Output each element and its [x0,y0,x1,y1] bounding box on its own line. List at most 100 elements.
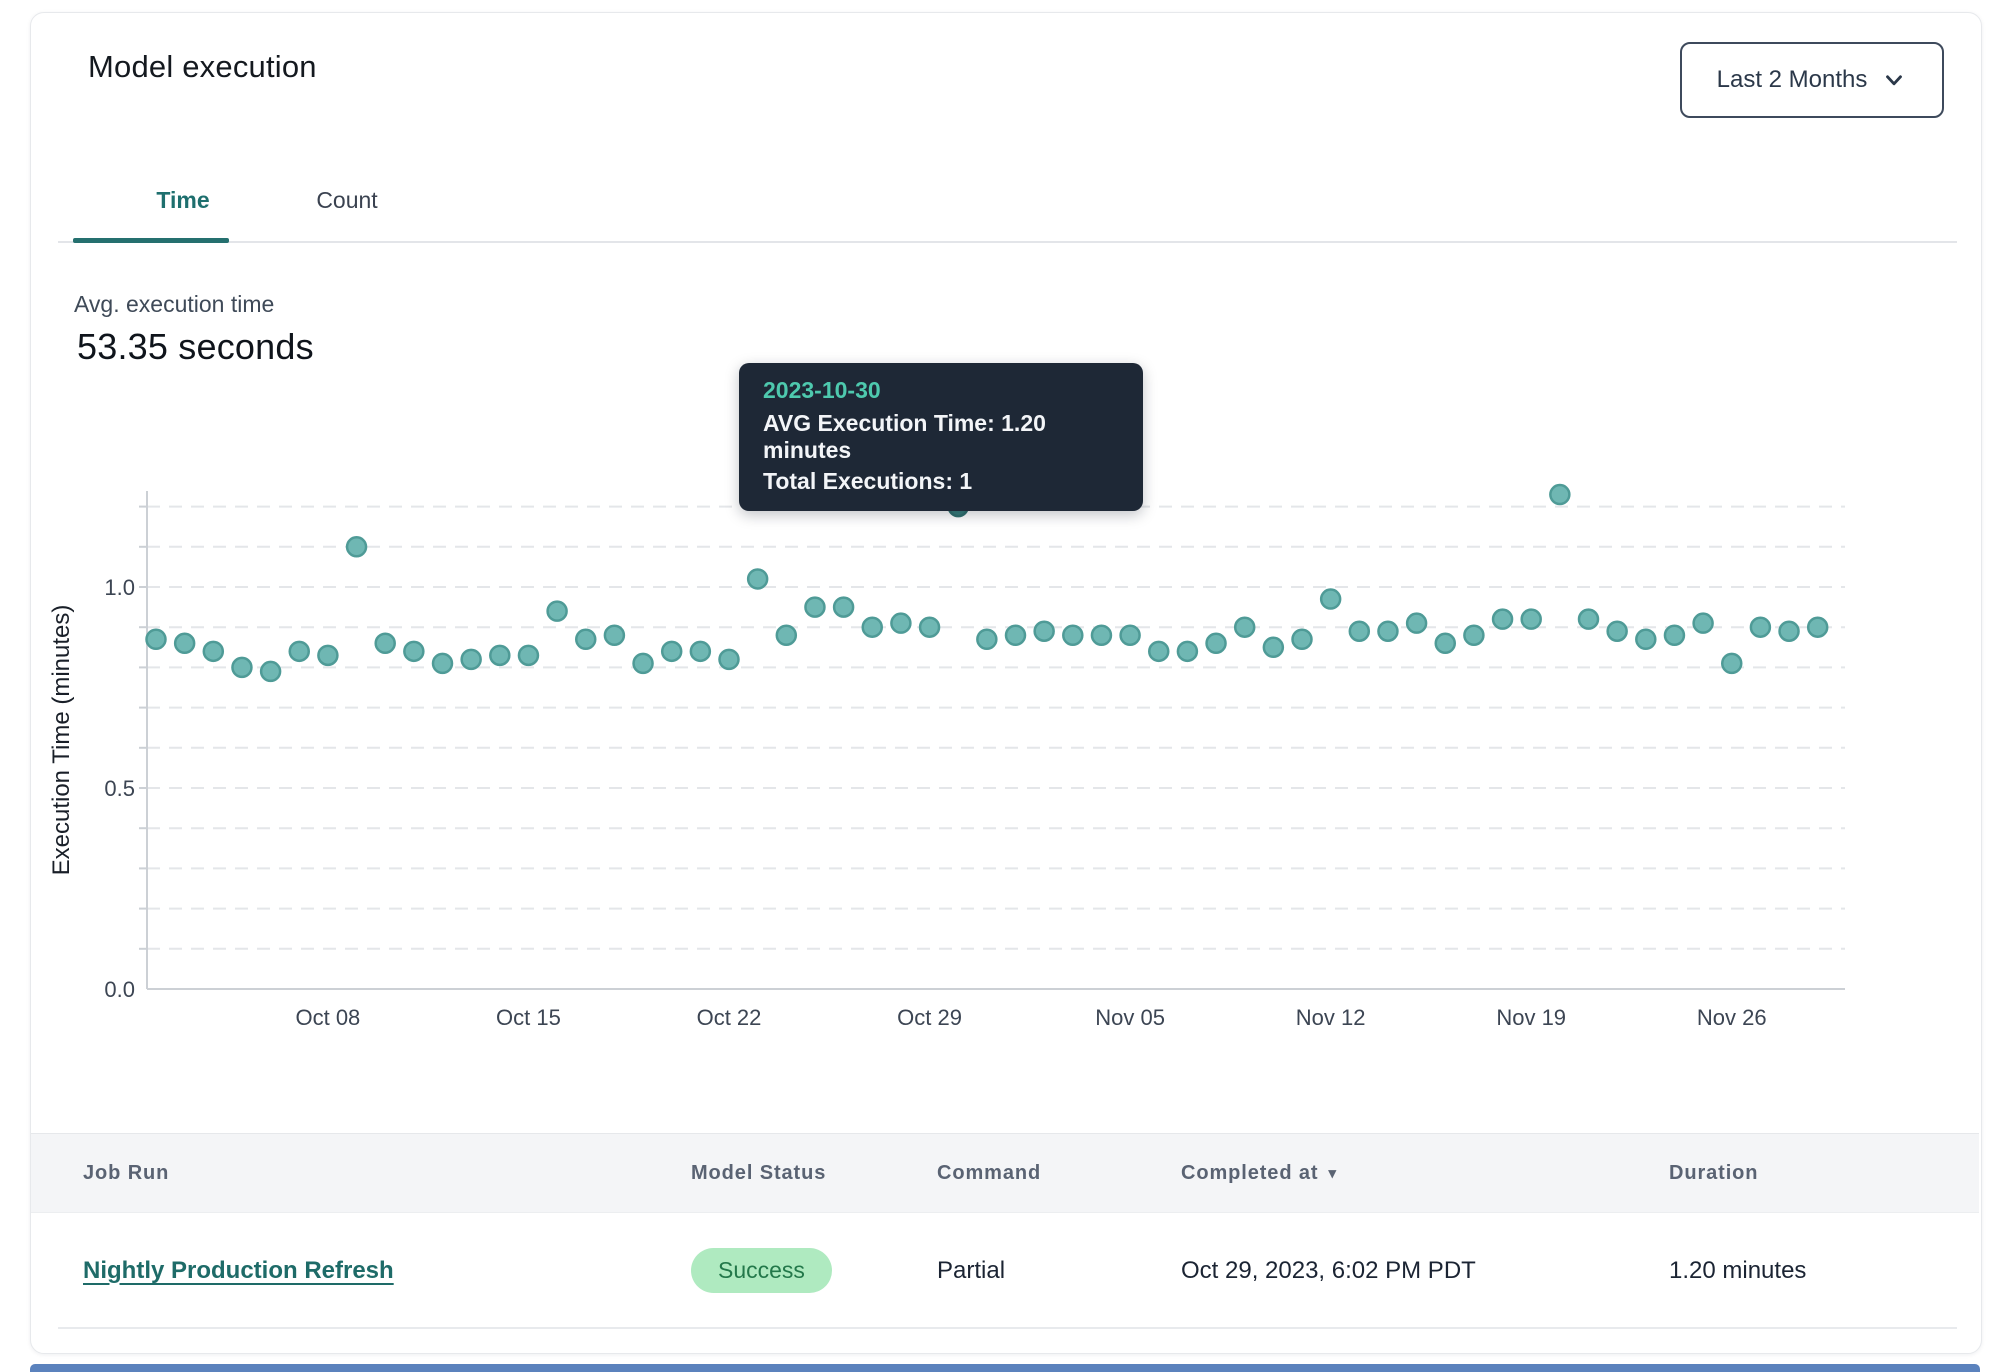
data-point[interactable] [1436,634,1455,653]
data-point[interactable] [1378,622,1397,641]
data-point[interactable] [891,614,910,633]
column-header-completed-at[interactable]: Completed at ▾ [1181,1162,1669,1185]
duration-cell: 1.20 minutes [1669,1257,1979,1285]
sort-desc-icon[interactable]: ▾ [1328,1166,1336,1181]
data-point[interactable] [1178,642,1197,661]
data-point[interactable] [1636,630,1655,649]
command-cell: Partial [937,1257,1181,1285]
data-point[interactable] [261,662,280,681]
next-section-edge [30,1364,1980,1372]
data-point[interactable] [318,646,337,665]
table-header-row: Job Run Model Status Command Completed a… [31,1133,1979,1213]
active-tab-underline [73,238,229,243]
data-point[interactable] [404,642,423,661]
data-point[interactable] [805,598,824,617]
x-tick-label: Nov 19 [1496,1005,1566,1030]
data-point[interactable] [1293,630,1312,649]
data-point[interactable] [147,630,166,649]
data-point[interactable] [376,634,395,653]
data-point[interactable] [490,646,509,665]
data-point[interactable] [548,602,567,621]
x-tick-label: Oct 29 [897,1005,962,1030]
column-header-duration[interactable]: Duration [1669,1162,1979,1185]
tabs-divider [58,241,1957,243]
data-point[interactable] [1063,626,1082,645]
data-point[interactable] [1780,622,1799,641]
data-point[interactable] [1694,614,1713,633]
x-tick-label: Nov 26 [1697,1005,1767,1030]
data-point[interactable] [1264,638,1283,657]
avg-execution-time-label: Avg. execution time [74,291,274,318]
data-point[interactable] [1464,626,1483,645]
data-point[interactable] [920,618,939,637]
data-point[interactable] [1121,626,1140,645]
data-point[interactable] [662,642,681,661]
data-point[interactable] [1350,622,1369,641]
data-point[interactable] [232,658,251,677]
data-point[interactable] [462,650,481,669]
data-point[interactable] [977,630,996,649]
data-point[interactable] [1493,610,1512,629]
avg-execution-time-value: 53.35 seconds [77,326,314,368]
data-point[interactable] [433,654,452,673]
y-tick-label: 0.5 [104,776,135,801]
data-point[interactable] [834,598,853,617]
data-point[interactable] [1321,590,1340,609]
y-tick-label: 1.0 [104,575,135,600]
x-tick-label: Oct 15 [496,1005,561,1030]
completed-at-cell: Oct 29, 2023, 6:02 PM PDT [1181,1257,1669,1285]
data-point[interactable] [175,634,194,653]
data-point[interactable] [204,642,223,661]
data-point[interactable] [1407,614,1426,633]
x-tick-label: Nov 12 [1296,1005,1366,1030]
tooltip-avg-execution-time: AVG Execution Time: 1.20 minutes [763,410,1119,464]
tooltip-date: 2023-10-30 [763,377,1119,404]
date-range-dropdown[interactable]: Last 2 Months [1680,42,1944,118]
data-point[interactable] [863,618,882,637]
row-divider [58,1327,1957,1329]
column-header-model-status[interactable]: Model Status [691,1162,937,1185]
page-title: Model execution [88,49,317,85]
tab-count[interactable]: Count [275,187,419,214]
data-point[interactable] [1751,618,1770,637]
data-point[interactable] [1808,618,1827,637]
data-point[interactable] [1665,626,1684,645]
table-row: Nightly Production Refresh Success Parti… [31,1214,1979,1327]
y-axis-title: Execution Time (minutes) [48,605,75,876]
data-point[interactable] [605,626,624,645]
x-tick-label: Nov 05 [1095,1005,1165,1030]
x-tick-label: Oct 08 [295,1005,360,1030]
tooltip-total-executions: Total Executions: 1 [763,468,1119,495]
data-point[interactable] [748,569,767,588]
model-execution-card: Model execution Last 2 Months Time Count… [30,12,1982,1354]
data-point[interactable] [519,646,538,665]
tab-time[interactable]: Time [122,187,244,214]
chart-tooltip: 2023-10-30 AVG Execution Time: 1.20 minu… [739,363,1143,511]
data-point[interactable] [576,630,595,649]
data-point[interactable] [634,654,653,673]
data-point[interactable] [1550,485,1569,504]
execution-time-chart: 0.0 0.5 1.0 Execution Time (minutes) Oct 08 O… [31,431,1981,1081]
data-point[interactable] [1579,610,1598,629]
data-point[interactable] [777,626,796,645]
column-header-command[interactable]: Command [937,1162,1181,1185]
data-point[interactable] [1207,634,1226,653]
data-point[interactable] [1149,642,1168,661]
data-point[interactable] [691,642,710,661]
data-point[interactable] [1235,618,1254,637]
data-point[interactable] [1608,622,1627,641]
data-point[interactable] [1035,622,1054,641]
data-point[interactable] [347,537,366,556]
y-tick-label: 0.0 [104,977,135,1002]
column-header-job-run[interactable]: Job Run [83,1162,691,1185]
data-point[interactable] [1092,626,1111,645]
data-point[interactable] [1722,654,1741,673]
data-point[interactable] [720,650,739,669]
date-range-label: Last 2 Months [1717,66,1868,94]
chevron-down-icon [1881,67,1907,93]
data-point[interactable] [290,642,309,661]
job-run-link[interactable]: Nightly Production Refresh [83,1257,394,1284]
data-point[interactable] [1522,610,1541,629]
data-point[interactable] [1006,626,1025,645]
x-tick-label: Oct 22 [697,1005,762,1030]
